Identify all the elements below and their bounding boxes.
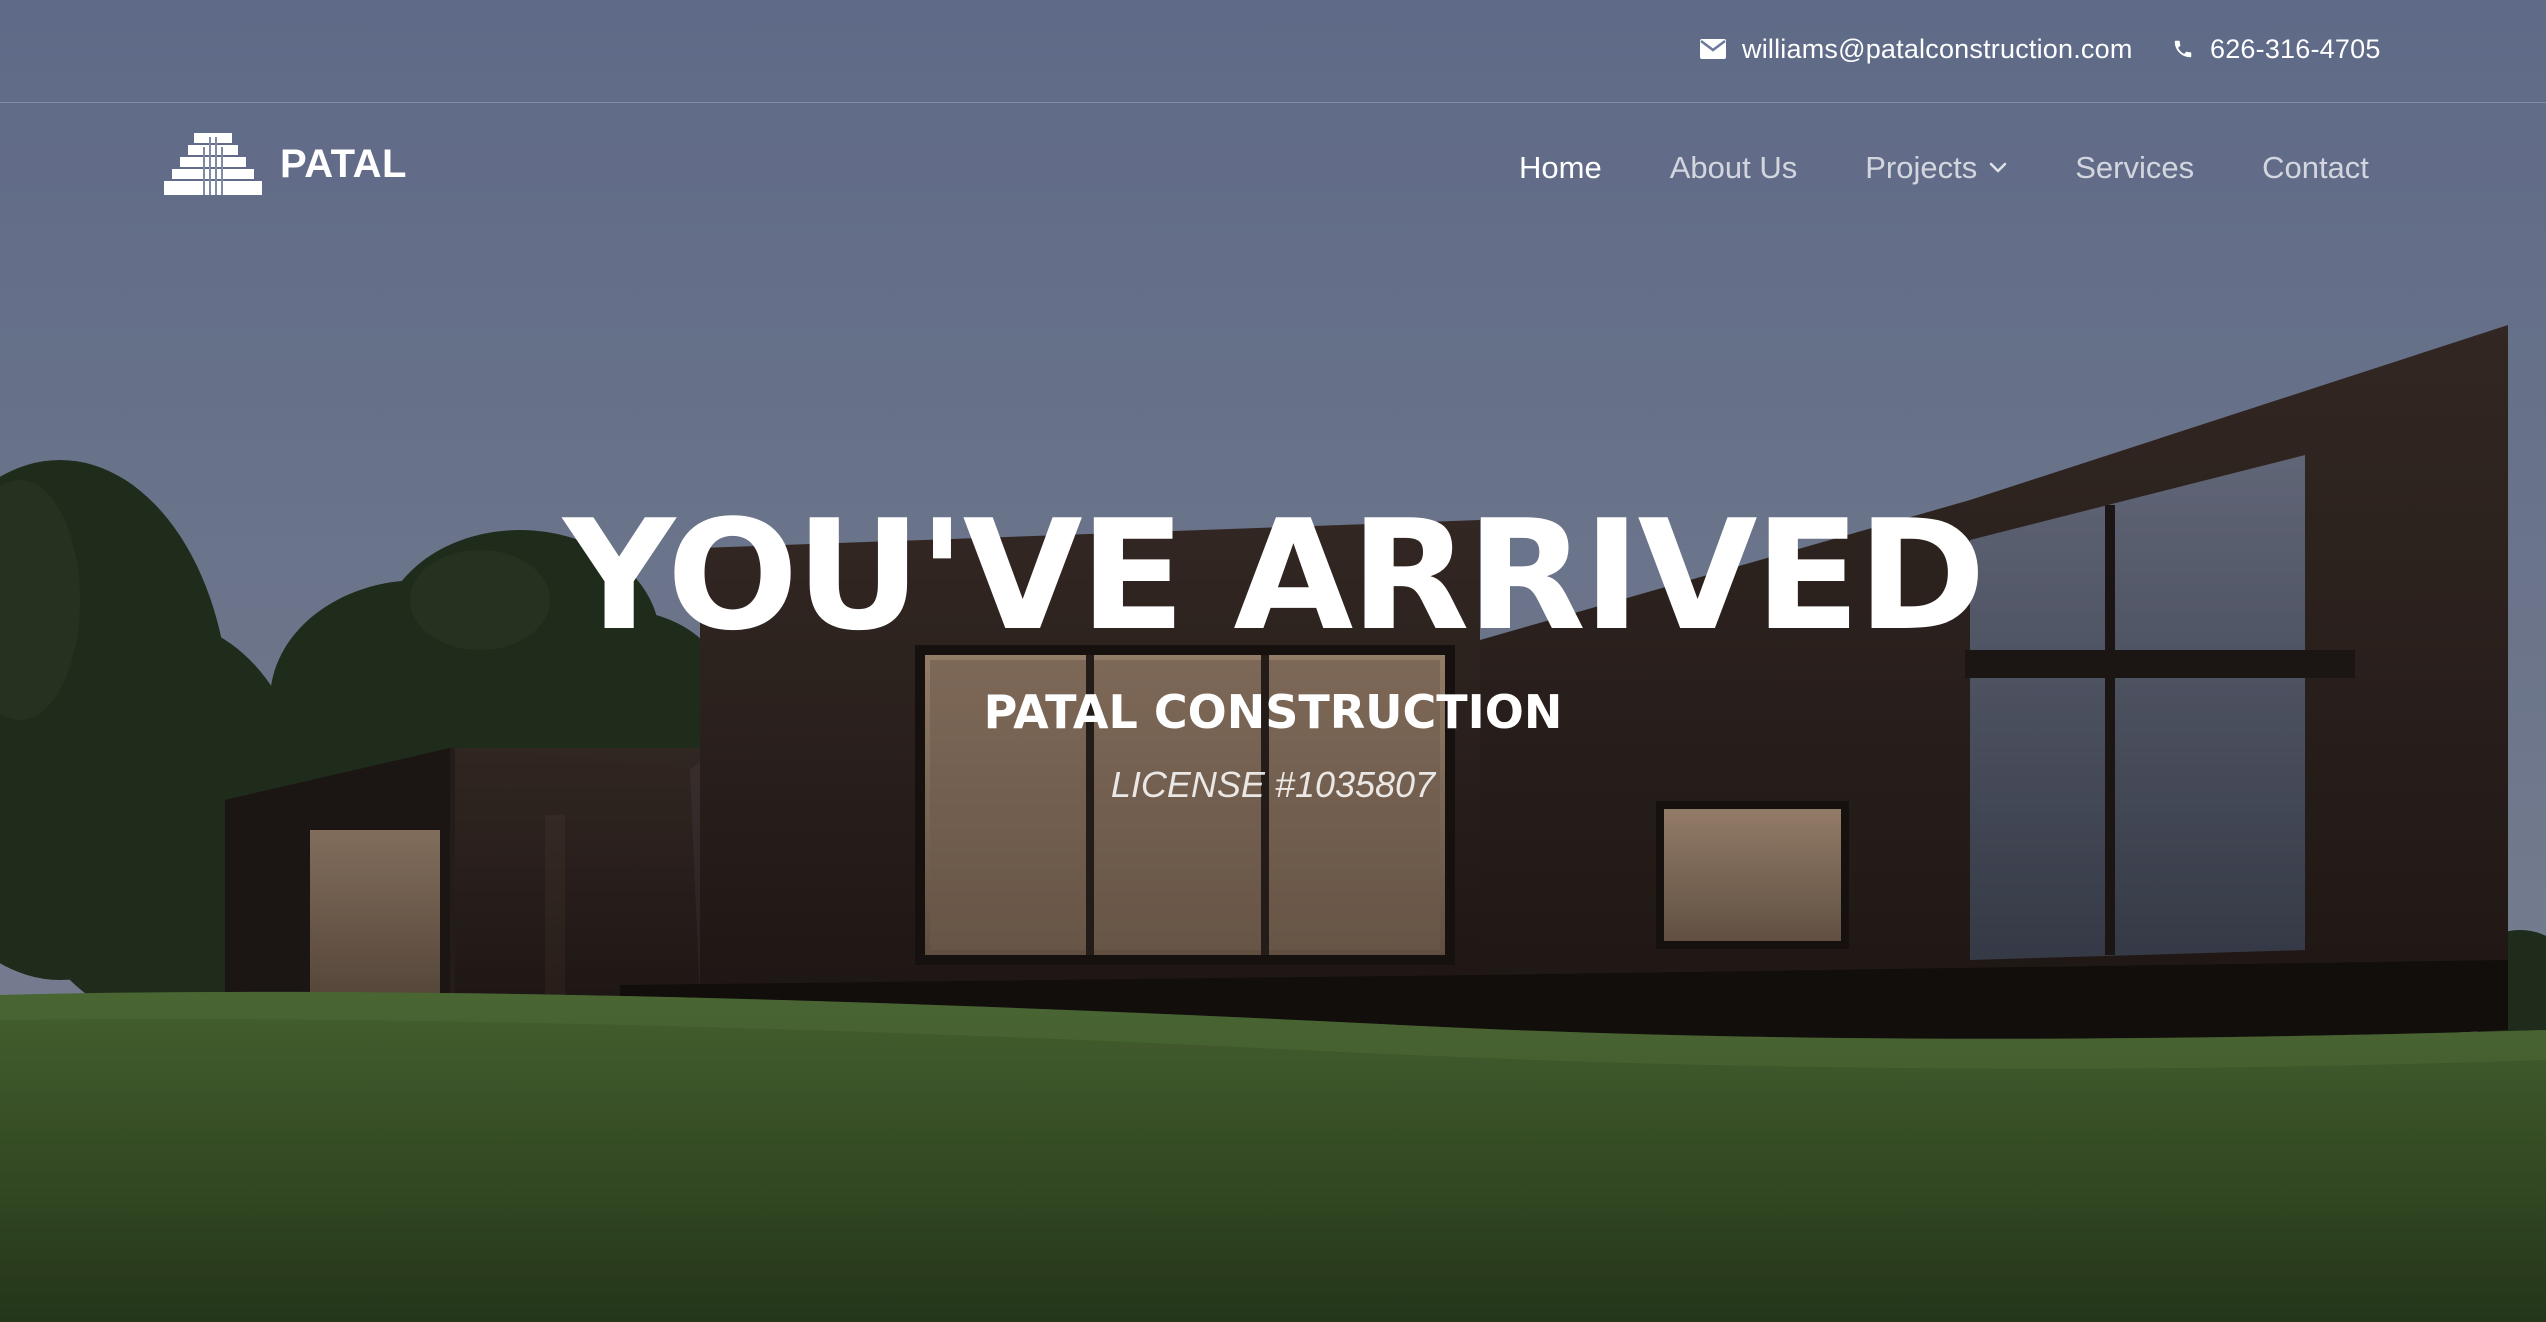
envelope-icon <box>1700 39 1726 59</box>
nav-item-projects[interactable]: Projects <box>1865 150 2007 186</box>
pyramid-logo-icon <box>164 133 262 195</box>
nav-item-label: About Us <box>1669 150 1798 185</box>
site-logo[interactable]: PATAL <box>164 133 407 195</box>
phone-link[interactable]: 626-316-4705 <box>2172 31 2381 67</box>
phone-icon <box>2172 38 2194 60</box>
nav-item-label: Services <box>2075 150 2195 185</box>
main-nav: Home About Us Projects Services Contact <box>1519 146 2369 190</box>
license-number: LICENSE #1035807 <box>1110 764 1436 805</box>
hero-subtitle: PATAL CONSTRUCTION <box>983 685 1563 739</box>
nav-item-services[interactable]: Services <box>2075 150 2194 186</box>
email-text: williams@patalconstruction.com <box>1742 33 2133 64</box>
hero-title: YOU'VE ARRIVED <box>563 487 1986 664</box>
phone-text: 626-316-4705 <box>2210 33 2381 64</box>
nav-item-label: Contact <box>2262 150 2369 185</box>
nav-item-home[interactable]: Home <box>1519 150 1602 186</box>
nav-item-about-us[interactable]: About Us <box>1670 150 1798 186</box>
nav-item-label: Projects <box>1865 150 1978 185</box>
email-link[interactable]: williams@patalconstruction.com <box>1700 31 2133 67</box>
nav-item-contact[interactable]: Contact <box>2262 150 2369 186</box>
chevron-down-icon <box>1989 162 2007 174</box>
nav-item-label: Home <box>1519 150 1602 185</box>
top-contact-bar: williams@patalconstruction.com 626-316-4… <box>0 0 2546 103</box>
logo-text: PATAL <box>280 141 407 186</box>
